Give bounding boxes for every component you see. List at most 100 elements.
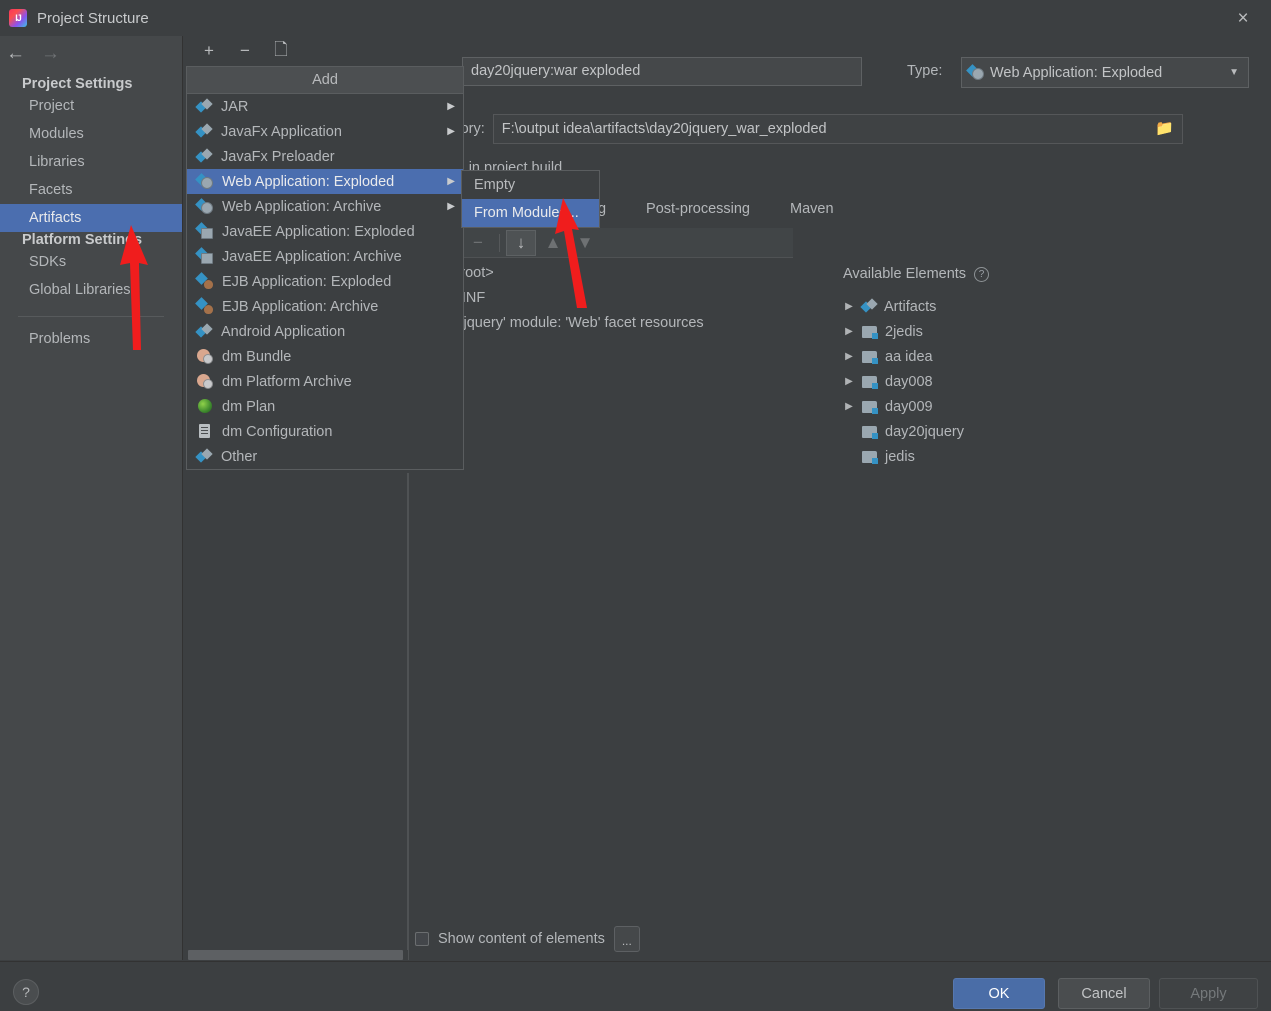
- available-element-row[interactable]: ▶ day009: [843, 394, 1263, 419]
- menu-item-label: Web Application: Archive: [222, 199, 438, 215]
- title-bar: IJ Project Structure ×: [0, 0, 1271, 36]
- tree-row[interactable]: day20jquery' module: 'Web' facet resourc…: [410, 310, 793, 335]
- minus-icon[interactable]: −: [230, 38, 260, 64]
- available-element-label: aa idea: [885, 349, 933, 365]
- folder-browse-icon[interactable]: 📁: [1155, 115, 1174, 143]
- output-directory-value: F:\output idea\artifacts\day20jquery_war…: [502, 115, 827, 143]
- sidebar-item-libraries[interactable]: Libraries: [0, 148, 182, 176]
- menu-item-web-application-archive[interactable]: Web Application: Archive ▶: [187, 194, 463, 219]
- menu-item-dm-platform-archive[interactable]: dm Platform Archive: [187, 369, 463, 394]
- sidebar-item-problems[interactable]: Problems: [0, 325, 182, 353]
- submenu-item-empty[interactable]: Empty: [462, 171, 599, 199]
- module-icon: [862, 350, 878, 364]
- sidebar-item-project[interactable]: Project: [0, 92, 182, 120]
- available-element-label: day008: [885, 374, 933, 390]
- cancel-button[interactable]: Cancel: [1058, 978, 1150, 1009]
- chevron-right-icon[interactable]: ▶: [843, 376, 855, 387]
- menu-item-ejb-application-archive[interactable]: EJB Application: Archive: [187, 294, 463, 319]
- menu-item-label: Other: [221, 449, 455, 465]
- settings-sidebar: ← → Project Settings Project Modules Lib…: [0, 36, 183, 960]
- available-element-row[interactable]: ▶ 2jedis: [843, 319, 1263, 344]
- android-artifact-icon: [197, 324, 212, 339]
- menu-item-other[interactable]: Other: [187, 444, 463, 469]
- available-elements-tree: ▶ Artifacts ▶ 2jedis ▶ aa idea ▶ day008 …: [843, 294, 1263, 469]
- tree-row[interactable]: WEB-INF: [410, 285, 793, 310]
- sidebar-item-sdks[interactable]: SDKs: [0, 248, 182, 276]
- menu-item-web-application-exploded[interactable]: Web Application: Exploded ▶: [187, 169, 463, 194]
- project-structure-dialog: IJ Project Structure × ← → Project Setti…: [0, 0, 1271, 1011]
- javaee-artifact-icon: [197, 224, 213, 239]
- available-element-label: day009: [885, 399, 933, 415]
- help-circle-icon[interactable]: ?: [974, 267, 989, 282]
- menu-item-label: EJB Application: Exploded: [222, 274, 455, 290]
- available-element-row[interactable]: ▶ aa idea: [843, 344, 1263, 369]
- menu-item-ejb-application-exploded[interactable]: EJB Application: Exploded: [187, 269, 463, 294]
- menu-item-javaee-application-exploded[interactable]: JavaEE Application: Exploded: [187, 219, 463, 244]
- sidebar-group-platform-settings: Platform Settings: [0, 232, 182, 248]
- chevron-right-icon[interactable]: ▶: [843, 326, 855, 337]
- copy-icon[interactable]: 🗋: [266, 38, 296, 64]
- output-layout-tree: utput root> WEB-INF day20jquery' module:…: [410, 260, 793, 940]
- artifacts-list-horizontal-scrollbar[interactable]: [188, 950, 403, 960]
- arrow-right-icon[interactable]: →: [41, 44, 60, 63]
- window-title: Project Structure: [37, 10, 149, 27]
- sidebar-item-facets[interactable]: Facets: [0, 176, 182, 204]
- tree-row[interactable]: utput root>: [410, 260, 793, 285]
- module-icon: [862, 400, 878, 414]
- menu-item-javafx-preloader[interactable]: JavaFx Preloader: [187, 144, 463, 169]
- add-menu-title: Add: [187, 67, 463, 94]
- module-icon: [862, 375, 878, 389]
- menu-item-dm-bundle[interactable]: dm Bundle: [187, 344, 463, 369]
- minus-icon[interactable]: −: [463, 230, 493, 256]
- available-element-row[interactable]: ▶ jedis: [843, 444, 1263, 469]
- available-element-row[interactable]: ▶ Artifacts: [843, 294, 1263, 319]
- sidebar-item-artifacts[interactable]: Artifacts: [0, 204, 182, 232]
- plus-icon[interactable]: +: [194, 38, 224, 64]
- move-down-icon[interactable]: ▼: [570, 230, 600, 256]
- sidebar-item-global-libraries[interactable]: Global Libraries: [0, 276, 182, 304]
- artifact-name-input[interactable]: day20jquery:war exploded: [462, 57, 862, 86]
- tab-post-processing[interactable]: Post-processing: [626, 192, 770, 226]
- menu-item-jar[interactable]: JAR ▶: [187, 94, 463, 119]
- sidebar-item-label: Problems: [29, 331, 90, 347]
- arrow-down-icon[interactable]: ↓: [506, 230, 536, 256]
- artifact-type-label: Type:: [907, 63, 942, 79]
- chevron-right-icon[interactable]: ▶: [843, 401, 855, 412]
- menu-item-android-application[interactable]: Android Application: [187, 319, 463, 344]
- menu-item-dm-configuration[interactable]: dm Configuration: [187, 419, 463, 444]
- sidebar-divider: [18, 316, 164, 317]
- toolbar-divider: [499, 234, 500, 252]
- menu-item-label: EJB Application: Archive: [222, 299, 455, 315]
- menu-item-javaee-application-archive[interactable]: JavaEE Application: Archive: [187, 244, 463, 269]
- close-icon[interactable]: ×: [1231, 6, 1255, 30]
- submenu-item-from-modules[interactable]: From Modules...: [462, 199, 599, 227]
- chevron-right-icon: ▶: [447, 176, 455, 187]
- output-directory-input[interactable]: F:\output idea\artifacts\day20jquery_war…: [493, 114, 1183, 144]
- add-artifact-menu: Add JAR ▶ JavaFx Application ▶ JavaFx Pr…: [186, 66, 464, 470]
- available-element-row[interactable]: ▶ day008: [843, 369, 1263, 394]
- arrow-left-icon[interactable]: ←: [6, 44, 25, 63]
- more-options-button[interactable]: ...: [614, 926, 640, 952]
- module-icon: [862, 325, 878, 339]
- menu-item-label: JavaFx Preloader: [221, 149, 455, 165]
- chevron-right-icon[interactable]: ▶: [843, 351, 855, 362]
- available-element-row[interactable]: ▶ day20jquery: [843, 419, 1263, 444]
- sidebar-item-modules[interactable]: Modules: [0, 120, 182, 148]
- menu-item-label: Android Application: [221, 324, 455, 340]
- intellij-idea-icon: IJ: [9, 9, 27, 27]
- menu-item-javafx-application[interactable]: JavaFx Application ▶: [187, 119, 463, 144]
- sidebar-group-project-settings: Project Settings: [0, 70, 182, 92]
- available-element-label: day20jquery: [885, 424, 964, 440]
- sidebar-item-label: SDKs: [29, 254, 66, 270]
- apply-button[interactable]: Apply: [1159, 978, 1258, 1009]
- available-element-label: jedis: [885, 449, 915, 465]
- output-layout-toolbar: +▼ − ↓ ▲ ▼: [410, 228, 793, 258]
- chevron-right-icon[interactable]: ▶: [843, 301, 855, 312]
- show-content-of-elements-checkbox[interactable]: [415, 932, 429, 946]
- tab-maven[interactable]: Maven: [770, 192, 854, 226]
- menu-item-dm-plan[interactable]: dm Plan: [187, 394, 463, 419]
- help-button[interactable]: ?: [13, 979, 39, 1005]
- ok-button[interactable]: OK: [953, 978, 1045, 1009]
- move-up-icon[interactable]: ▲: [538, 230, 568, 256]
- artifact-type-dropdown[interactable]: Web Application: Exploded ▼: [961, 57, 1249, 88]
